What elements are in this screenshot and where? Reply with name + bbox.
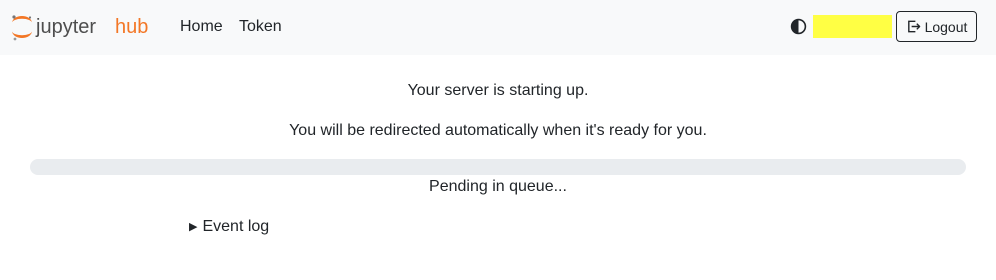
nav-link-token[interactable]: Token — [239, 17, 282, 37]
logout-icon — [907, 20, 920, 33]
progress-message: Pending in queue... — [429, 178, 567, 195]
event-log-label: Event log — [202, 218, 270, 235]
username — [813, 15, 892, 38]
nav-link-home[interactable]: Home — [180, 17, 223, 37]
progress-bar-track — [30, 159, 966, 175]
half-circle-contrast-icon[interactable] — [790, 18, 807, 35]
logo-text-hub: hub — [115, 16, 148, 38]
navbar: jupyter hub Home Token Logout — [0, 0, 996, 55]
logout-label: Logout — [924, 18, 968, 35]
redirect-message: You will be redirected automatically whe… — [289, 122, 707, 139]
disclosure-triangle-icon: ▶ — [189, 221, 198, 233]
status-message: Your server is starting up. — [407, 82, 589, 99]
jupyterhub-logo[interactable]: jupyter hub — [9, 13, 159, 43]
jupyter-mark-icon — [12, 15, 32, 41]
logout-button[interactable]: Logout — [896, 11, 977, 42]
logo-text-jupyter: jupyter — [35, 16, 96, 38]
event-log-toggle[interactable]: ▶ Event log — [189, 217, 269, 237]
